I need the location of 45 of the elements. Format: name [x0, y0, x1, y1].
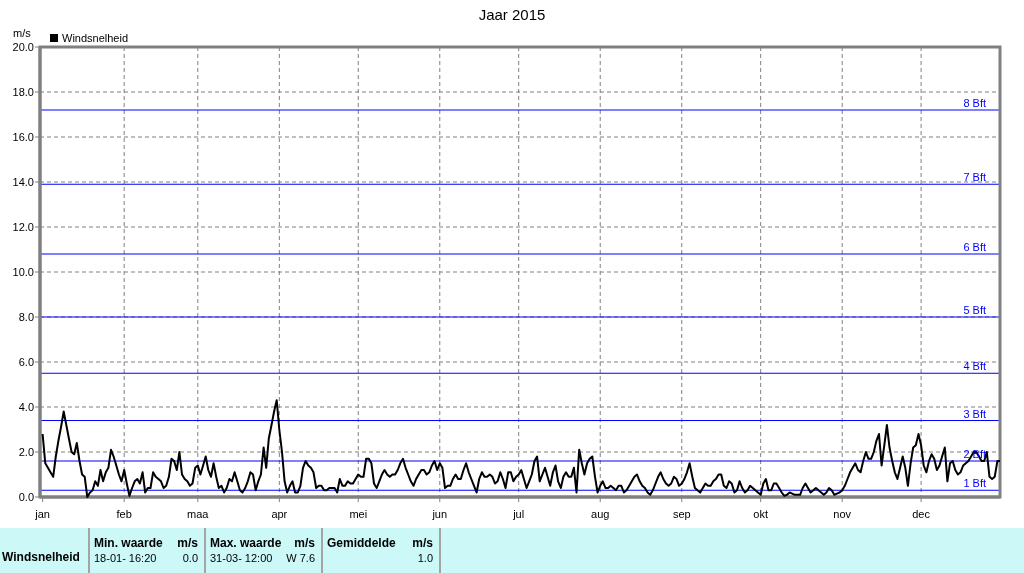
y-tick-label: 4.0 [18, 401, 34, 413]
legend-label: Windsnelheid [62, 32, 129, 44]
unit-header: m/s [177, 536, 198, 550]
month-label: mei [349, 508, 368, 520]
month-label: nov [833, 508, 852, 520]
beaufort-label: 3 Bft [963, 407, 986, 420]
beaufort-label: 4 Bft [963, 360, 986, 373]
y-tick-label: 20.0 [12, 41, 34, 53]
month-label: jun [432, 508, 448, 520]
month-label: okt [753, 508, 768, 520]
cell-value: 0.0 [182, 550, 198, 565]
column-header: Max. waarde [210, 536, 282, 550]
month-label: sep [672, 508, 691, 520]
month-label: maa [187, 508, 209, 520]
y-tick-label: 10.0 [12, 266, 34, 278]
cell-value: 1.0 [417, 550, 433, 565]
month-label: aug [591, 508, 610, 520]
y-tick-label: 18.0 [12, 86, 34, 98]
row-label: Windsnelheid [1, 550, 81, 565]
month-label: jul [513, 508, 525, 520]
y-tick-label: 14.0 [12, 176, 34, 188]
cell-value: W 7.6 [286, 550, 315, 565]
month-label: dec [912, 508, 930, 520]
unit-header: m/s [294, 536, 315, 550]
y-tick-label: 8.0 [18, 311, 34, 323]
y-tick-label: 12.0 [12, 221, 34, 233]
y-tick-label: 0.0 [18, 491, 34, 503]
beaufort-label: 1 Bft [963, 477, 986, 490]
axis-unit-label: m/s [13, 28, 31, 39]
y-tick-label: 6.0 [18, 356, 34, 368]
column-header: Min. waarde [94, 536, 163, 550]
chart-title: Jaar 2015 [478, 6, 546, 23]
beaufort-label: 6 Bft [963, 241, 986, 253]
month-label: feb [116, 508, 132, 520]
beaufort-label: 7 Bft [963, 171, 986, 184]
beaufort-label: 5 Bft [963, 304, 986, 316]
month-label: apr [271, 508, 288, 520]
beaufort-label: 8 Bft [963, 97, 986, 109]
timestamp: 31-03- 12:00 [210, 550, 273, 565]
month-label: jan [35, 508, 50, 520]
y-tick-label: 16.0 [12, 131, 34, 143]
y-tick-label: 2.0 [18, 446, 34, 458]
column-header: Gemiddelde [327, 536, 396, 550]
unit-header: m/s [412, 536, 433, 550]
timestamp: 18-01- 16:20 [94, 550, 157, 565]
